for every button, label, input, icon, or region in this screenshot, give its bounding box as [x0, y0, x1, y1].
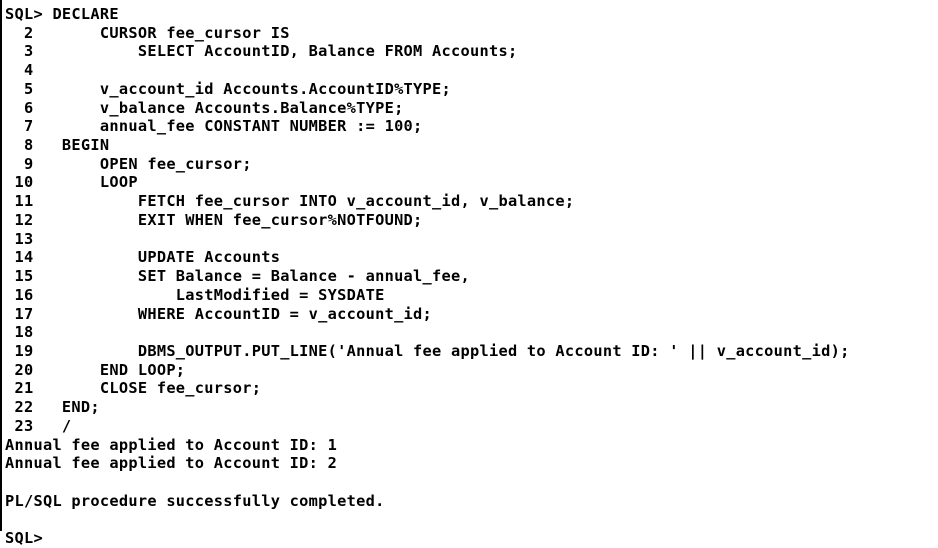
code-line-10: 10 LOOP: [5, 173, 138, 192]
code-line-19: 19 DBMS_OUTPUT.PUT_LINE('Annual fee appl…: [5, 341, 850, 360]
code-line-17: 17 WHERE AccountID = v_account_id;: [5, 304, 433, 323]
code-line-7: 7 annual_fee CONSTANT NUMBER := 100;: [5, 117, 423, 136]
code-line-5: 5 v_account_id Accounts.AccountID%TYPE;: [5, 79, 452, 98]
code-line-23: 23 /: [5, 416, 72, 435]
code-line-9: 9 OPEN fee_cursor;: [5, 154, 252, 173]
code-line-22: 22 END;: [5, 398, 100, 417]
code-line-20: 20 END LOOP;: [5, 360, 186, 379]
code-line-18: 18: [5, 323, 34, 342]
sql-prompt[interactable]: SQL>: [5, 529, 938, 548]
completion-message: PL/SQL procedure successfully completed.: [5, 491, 385, 510]
sql-prompt-declare-line: SQL> DECLARE: [5, 5, 119, 23]
code-line-14: 14 UPDATE Accounts: [5, 248, 281, 267]
code-line-12: 12 EXIT WHEN fee_cursor%NOTFOUND;: [5, 210, 423, 229]
code-line-6: 6 v_balance Accounts.Balance%TYPE;: [5, 98, 404, 117]
code-line-8: 8 BEGIN: [5, 136, 110, 155]
code-line-21: 21 CLOSE fee_cursor;: [5, 379, 262, 398]
output-line-1: Annual fee applied to Account ID: 1: [5, 435, 338, 454]
code-line-15: 15 SET Balance = Balance - annual_fee,: [5, 267, 470, 286]
sqlplus-terminal[interactable]: SQL> DECLARE 2 CURSOR fee_cursor IS 3 SE…: [0, 0, 938, 547]
code-line-16: 16 LastModified = SYSDATE: [5, 285, 385, 304]
code-line-3: 3 SELECT AccountID, Balance FROM Account…: [5, 42, 518, 61]
output-line-2: Annual fee applied to Account ID: 2: [5, 454, 338, 473]
code-line-2: 2 CURSOR fee_cursor IS: [5, 23, 290, 42]
code-line-11: 11 FETCH fee_cursor INTO v_account_id, v…: [5, 192, 575, 211]
code-line-4: 4: [5, 61, 34, 80]
code-line-13: 13: [5, 229, 34, 248]
